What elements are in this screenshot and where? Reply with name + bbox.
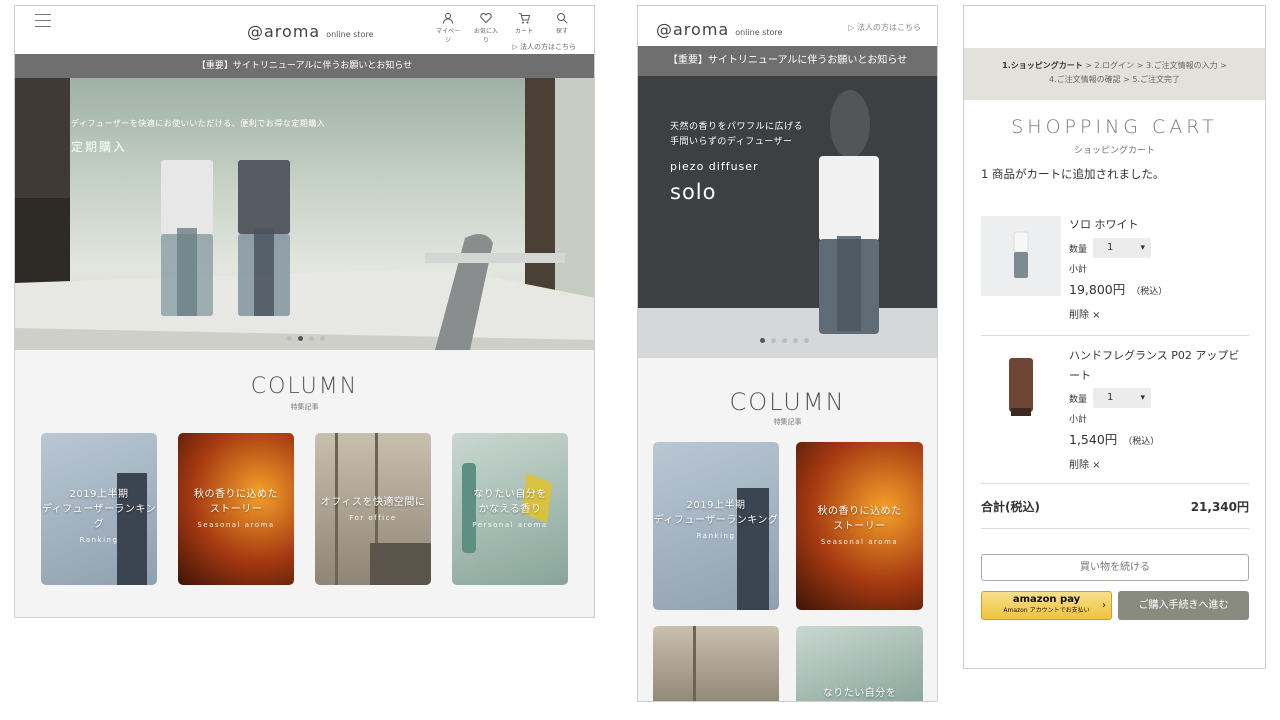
column-card-office[interactable]: オフィスを快適空間に For office — [315, 433, 431, 585]
carousel-dot[interactable] — [287, 336, 292, 341]
carousel-dot[interactable] — [298, 336, 303, 341]
item-name[interactable]: ソロ ホワイト — [1069, 216, 1249, 232]
mobile-business-link[interactable]: ▷ 法人の方はこちら — [848, 22, 921, 33]
mobile-important-notice-bar[interactable]: 【重要】サイトリニューアルに伴うお願いとお知らせ — [638, 46, 937, 76]
divider — [981, 335, 1249, 336]
carousel-dots — [760, 338, 809, 343]
carousel-dots — [287, 336, 325, 341]
cart-subtitle: ショッピングカート — [1073, 146, 1155, 156]
divider — [981, 528, 1249, 529]
item-name[interactable]: ハンドフレグランス P02 アップビート — [1069, 346, 1249, 386]
header: @aroma online store マイページ お気に入り カート 探す ▷ … — [15, 6, 594, 54]
carousel-dot[interactable] — [760, 338, 765, 343]
mobile-column-card-seasonal[interactable]: 秋の香りに込めた ストーリー Seasonal aroma — [796, 442, 923, 610]
nav-search[interactable]: 探す — [548, 12, 576, 44]
play-triangle-icon: ▷ — [848, 23, 857, 32]
site-logo[interactable]: @aroma online store — [247, 22, 373, 41]
carousel-dot[interactable] — [309, 336, 314, 341]
delete-item-button[interactable]: 削除 × — [1069, 456, 1249, 471]
nav-favorites[interactable]: お気に入り — [472, 12, 500, 44]
carousel-dot[interactable] — [793, 338, 798, 343]
product-thumbnail-solo[interactable] — [981, 216, 1061, 296]
nav-cart[interactable]: カート — [510, 12, 538, 44]
heart-icon — [480, 12, 492, 24]
business-link[interactable]: ▷ 法人の方はこちら — [512, 42, 576, 52]
header-nav: マイページ お気に入り カート 探す — [434, 12, 576, 44]
chevron-right-icon: › — [1102, 600, 1106, 611]
mobile-column-subheading: 特集記事 — [773, 418, 802, 426]
divider — [981, 483, 1249, 484]
mobile-column-card-office[interactable] — [653, 626, 779, 701]
card-image-office — [693, 626, 696, 701]
nav-mypage[interactable]: マイページ — [434, 12, 462, 44]
column-heading: COLUMN — [250, 374, 359, 399]
item-price: 19,800円 — [1069, 282, 1126, 297]
item-price: 1,540円 — [1069, 432, 1118, 447]
column-card-seasonal[interactable]: 秋の香りに込めた ストーリー Seasonal aroma — [178, 433, 294, 585]
checkout-button[interactable]: ご購入手続きへ進む — [1118, 591, 1249, 620]
quantity-select[interactable]: 1 — [1093, 388, 1152, 408]
search-icon — [557, 13, 568, 24]
total-price: 21,340円 — [1190, 500, 1249, 514]
carousel-dot[interactable] — [804, 338, 809, 343]
mobile-hero-banner[interactable]: 天然の香りをパワフルに広げる 手間いらずのディフューザー piezo diffus… — [638, 76, 937, 358]
mobile-site-logo[interactable]: @aroma online store — [656, 20, 782, 39]
column-card-ranking[interactable]: 2019上半期 ディフューザーランキング Ranking — [41, 433, 157, 585]
mobile-column-card-ranking[interactable]: 2019上半期 ディフューザーランキング Ranking — [653, 442, 779, 610]
checkout-steps: 1.ショッピングカート > 2.ログイン > 3.ご注文情報の入力 > 4.ご注… — [964, 48, 1265, 100]
desktop-home-screen: @aroma online store マイページ お気に入り カート 探す ▷ … — [14, 5, 595, 618]
cart-added-message: 1 商品がカートに追加されました。 — [981, 167, 1165, 181]
continue-shopping-button[interactable]: 買い物を続ける — [981, 554, 1249, 581]
carousel-dot[interactable] — [782, 338, 787, 343]
amazon-pay-button[interactable]: amazon pay Amazon アカウントでお支払い › — [981, 591, 1112, 620]
cart-title: SHOPPING CART — [1011, 116, 1218, 138]
hero-banner[interactable]: ディフューザーを快適にお使いいただける、便利でお得な定期購入 定期購入 — [15, 78, 594, 350]
mobile-column-heading: COLUMN — [729, 388, 846, 416]
mobile-home-screen: @aroma online store ▷ 法人の方はこちら 【重要】サイトリニュ… — [637, 5, 938, 702]
cart-icon — [519, 13, 530, 24]
mobile-column-card-personal[interactable]: なりたい自分を — [796, 626, 923, 701]
user-icon — [443, 13, 453, 24]
carousel-dot[interactable] — [771, 338, 776, 343]
column-subheading: 特集記事 — [290, 403, 319, 411]
quantity-select[interactable]: 1 — [1093, 238, 1152, 258]
delete-item-button[interactable]: 削除 × — [1069, 306, 1249, 321]
play-triangle-icon: ▷ — [512, 43, 520, 51]
column-card-personal[interactable]: なりたい自分を かなえる香り Personal aroma — [452, 433, 568, 585]
shopping-cart-screen: 1.ショッピングカート > 2.ログイン > 3.ご注文情報の入力 > 4.ご注… — [963, 5, 1266, 669]
hero-image-solo-diffuser — [638, 90, 937, 358]
product-thumbnail-hand-fragrance[interactable] — [981, 346, 1061, 426]
cart-total: 合計(税込) 21,340円 — [981, 500, 1249, 514]
mobile-header: @aroma online store ▷ 法人の方はこちら — [638, 6, 937, 46]
carousel-dot[interactable] — [320, 336, 325, 341]
important-notice-bar[interactable]: 【重要】サイトリニューアルに伴うお願いとお知らせ — [15, 54, 594, 78]
hamburger-menu-icon[interactable] — [35, 14, 51, 27]
